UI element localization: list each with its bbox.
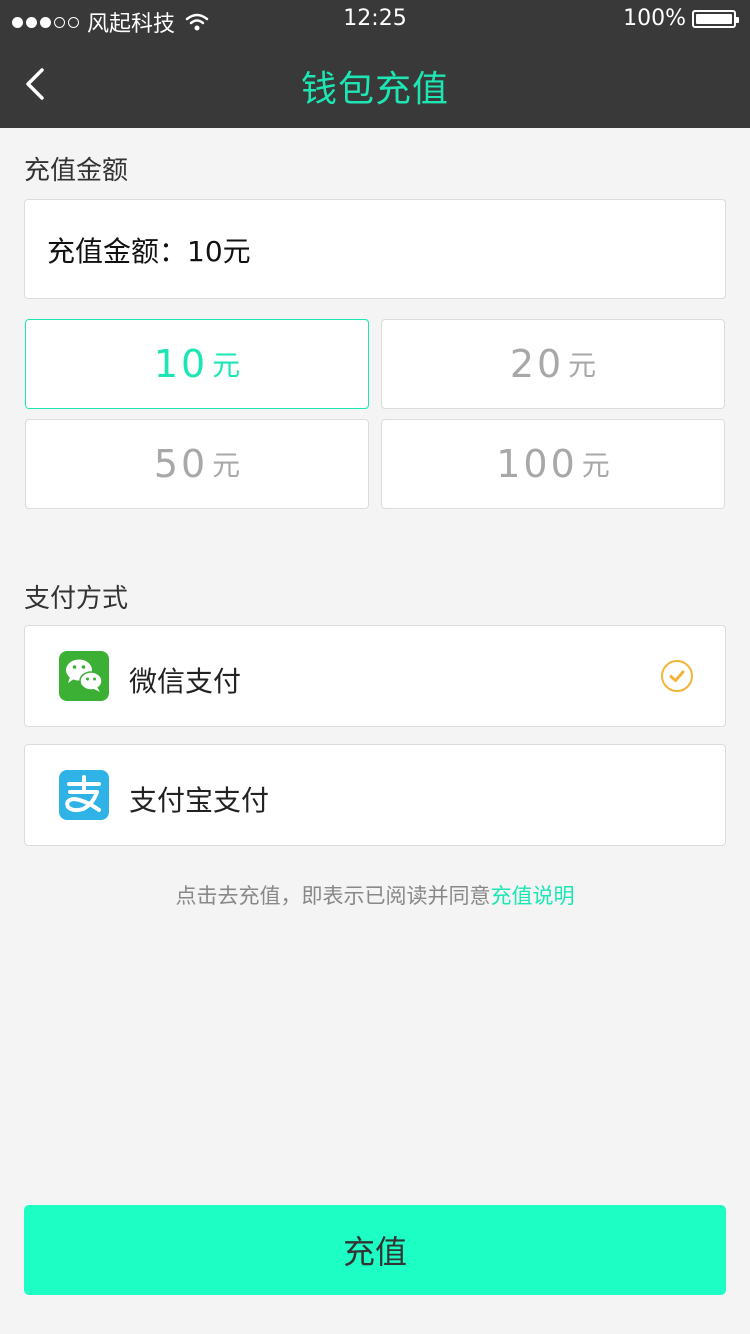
status-right: 100% — [623, 6, 739, 31]
payment-option-label: 微信支付 — [129, 665, 242, 698]
payment-option-label: 支付宝支付 — [129, 784, 270, 817]
battery-percent: 100% — [623, 6, 686, 31]
agreement-text: 点击去充值，即表示已阅读并同意充值说明 — [0, 880, 750, 910]
amount-option-value: 50 — [153, 442, 209, 486]
amount-option-unit: 元 — [212, 449, 241, 482]
agreement-link[interactable]: 充值说明 — [491, 884, 575, 908]
amount-option-20[interactable]: 20 元 — [381, 319, 725, 409]
amount-option-10[interactable]: 10 元 — [25, 319, 369, 409]
payment-option-wechat[interactable]: 微信支付 — [24, 625, 726, 727]
check-icon — [661, 660, 693, 692]
amount-option-unit: 元 — [212, 349, 241, 382]
amount-option-value: 20 — [509, 342, 565, 386]
amount-field[interactable]: 充值金额：10元 — [24, 199, 726, 299]
wechat-icon — [59, 651, 109, 701]
amount-option-value: 100 — [496, 442, 578, 486]
payment-section-label: 支付方式 — [24, 584, 129, 614]
alipay-icon — [59, 770, 109, 820]
amount-option-unit: 元 — [568, 349, 597, 382]
amount-section-label: 充值金额 — [24, 156, 129, 186]
amount-option-100[interactable]: 100 元 — [381, 419, 725, 509]
amount-option-unit: 元 — [581, 449, 610, 482]
agreement-prefix: 点击去充值，即表示已阅读并同意 — [175, 884, 491, 908]
nav-bar: 钱包充值 — [0, 40, 750, 128]
amount-option-value: 10 — [153, 342, 209, 386]
payment-option-alipay[interactable]: 支付宝支付 — [24, 744, 726, 846]
amount-value: 充值金额：10元 — [47, 235, 251, 268]
battery-icon — [692, 9, 739, 28]
page-title: 钱包充值 — [300, 69, 449, 110]
status-bar: 风起科技 12:25 100% — [0, 0, 750, 40]
amount-option-50[interactable]: 50 元 — [25, 419, 369, 509]
recharge-button[interactable]: 充值 — [24, 1205, 726, 1295]
